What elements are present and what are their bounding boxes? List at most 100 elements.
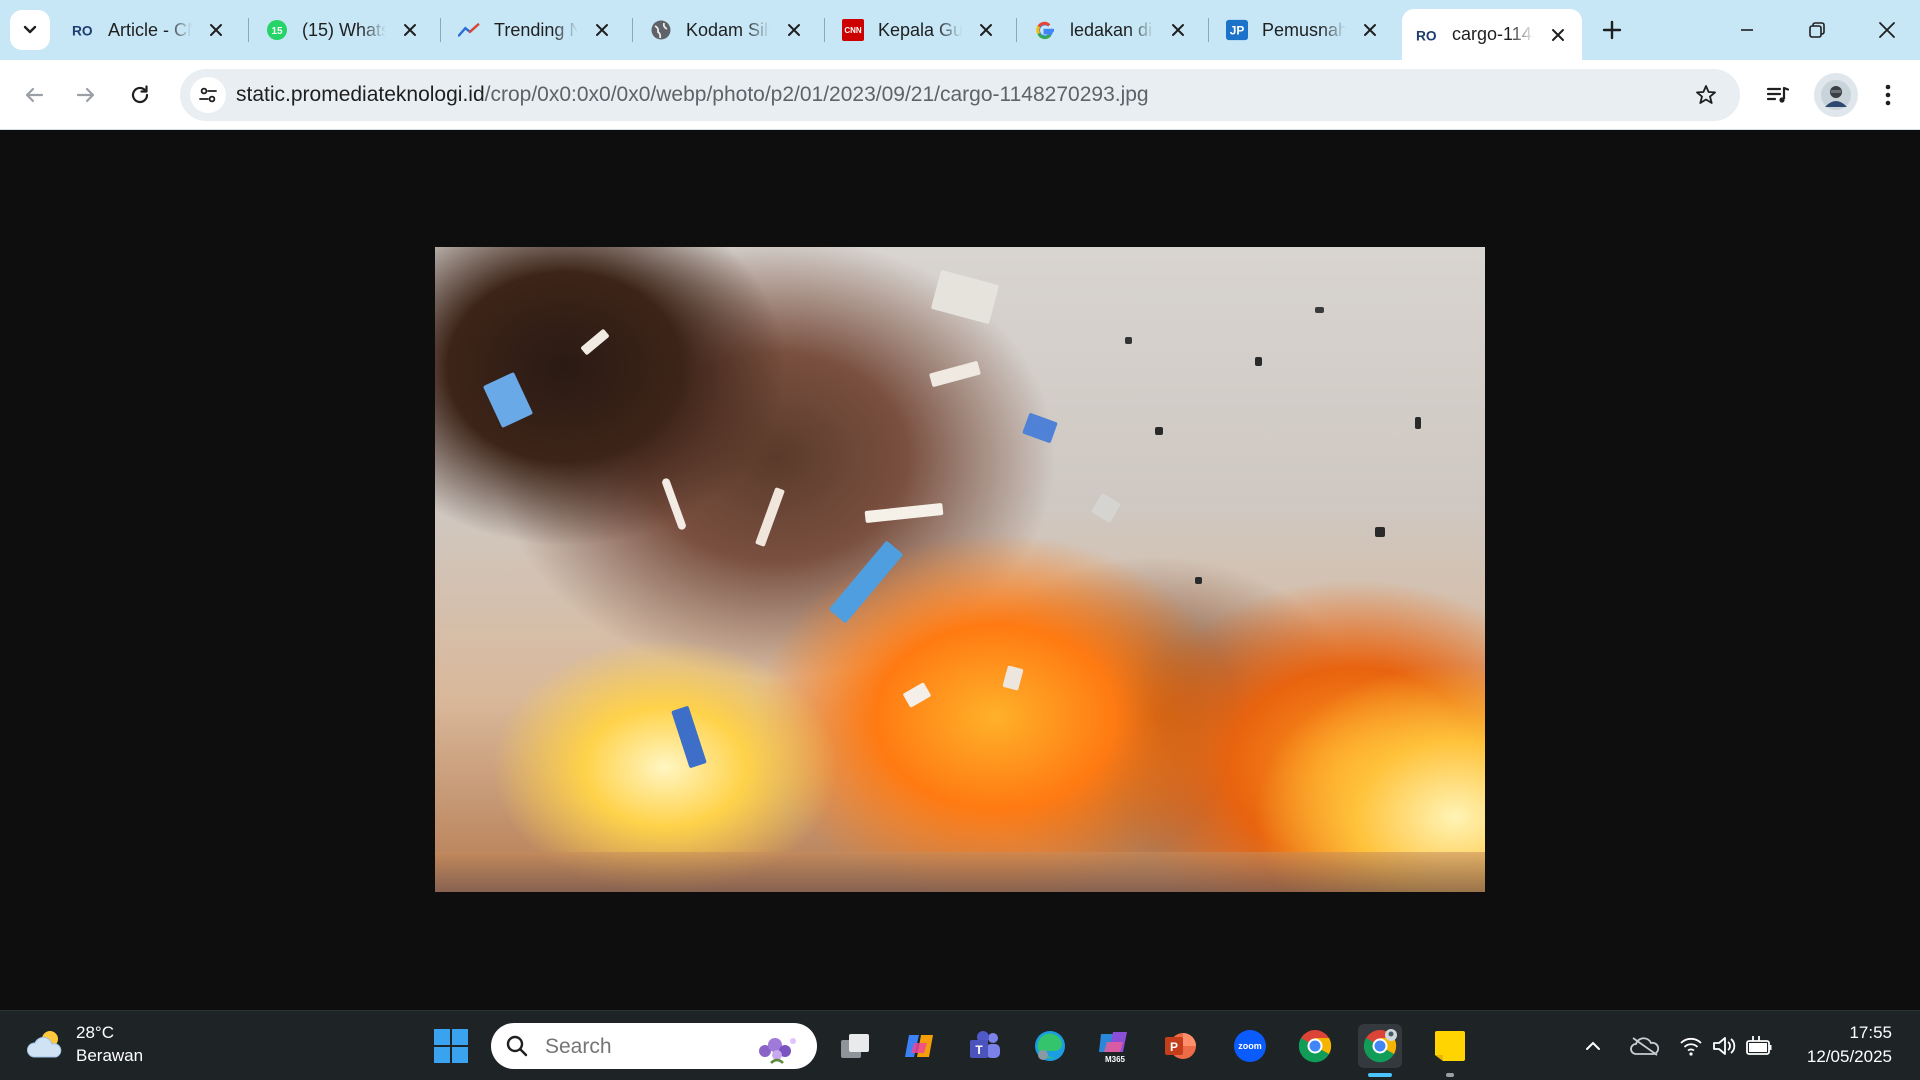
zoom-button[interactable]: zoom [1228, 1024, 1272, 1068]
new-tab-button[interactable] [1592, 14, 1632, 46]
tab-cargo-image[interactable]: RO cargo-1148270293.jpg [1402, 9, 1582, 60]
debris-fragment [671, 705, 707, 769]
copilot-button[interactable] [898, 1024, 942, 1068]
back-button[interactable] [12, 73, 56, 117]
active-app-indicator [1368, 1073, 1392, 1077]
tab-title: Trending Now [494, 19, 578, 40]
close-window-button[interactable] [1852, 0, 1920, 60]
queue-music-icon [1766, 86, 1790, 103]
debris-fragment [1195, 577, 1202, 584]
address-bar[interactable]: static.promediateknologi.id/crop/0x0:0x0… [180, 69, 1740, 121]
show-hidden-icons-button[interactable] [1576, 1029, 1610, 1063]
volume-tray[interactable] [1708, 1029, 1742, 1063]
debris-fragment [482, 371, 534, 429]
ground-reflection [435, 852, 1485, 892]
close-icon[interactable] [398, 18, 422, 42]
close-icon [1879, 22, 1895, 38]
task-view-icon [841, 1034, 869, 1058]
globe-icon [650, 19, 672, 41]
svg-text:zoom: zoom [1238, 1041, 1262, 1051]
search-icon [506, 1035, 528, 1057]
close-icon[interactable] [590, 18, 614, 42]
task-view-button[interactable] [833, 1024, 877, 1068]
chrome-button[interactable] [1293, 1024, 1337, 1068]
powerpoint-button[interactable]: P [1158, 1024, 1202, 1068]
restore-icon [1809, 22, 1825, 38]
edge-button[interactable] [1028, 1024, 1072, 1068]
site-info-button[interactable] [190, 77, 226, 113]
tab-trending[interactable]: Trending Now [444, 9, 626, 51]
forward-button[interactable] [64, 73, 108, 117]
powerpoint-icon: P [1165, 1033, 1196, 1059]
tab-title: Kepala Gudang [878, 19, 962, 40]
close-icon[interactable] [782, 18, 806, 42]
tab-whatsapp[interactable]: 15 (15) WhatsApp [252, 9, 434, 51]
debris-fragment [1125, 337, 1132, 344]
chrome-active-icon [1363, 1029, 1397, 1063]
restore-button[interactable] [1782, 0, 1852, 60]
svg-text:M365: M365 [1105, 1055, 1126, 1064]
tab-pemusnahan[interactable]: JP Pemusnahan [1212, 9, 1394, 51]
m365-button[interactable]: M365 [1093, 1024, 1137, 1068]
copilot-icon [905, 1035, 933, 1057]
tab-title: Article - CNN [108, 19, 192, 40]
teams-button[interactable]: T [963, 1024, 1007, 1068]
debris-fragment [1002, 665, 1024, 691]
debris-fragment [930, 269, 1000, 325]
taskbar-search-input[interactable] [545, 1035, 735, 1059]
svg-text:CNN: CNN [844, 26, 862, 35]
teams-icon: T [970, 1031, 1000, 1058]
close-icon[interactable] [974, 18, 998, 42]
debris-fragment [1090, 492, 1122, 524]
tab-article[interactable]: RO Article - CNN [58, 9, 240, 51]
ro-logo-icon: RO [1416, 24, 1438, 46]
tab-kepala-gudang[interactable]: CNN Kepala Gudang [828, 9, 1010, 51]
image-viewer [0, 130, 1920, 1010]
debris-fragment [902, 682, 932, 708]
reload-button[interactable] [118, 73, 162, 117]
kebab-menu-icon [1885, 84, 1891, 106]
tab-search-button[interactable] [10, 10, 50, 50]
close-icon[interactable] [1358, 18, 1382, 42]
start-button[interactable] [429, 1024, 473, 1068]
weather-temperature: 28°C [76, 1023, 114, 1042]
windows-logo-icon [434, 1029, 468, 1063]
debris-fragment [1375, 527, 1385, 537]
arrow-left-icon [25, 87, 44, 103]
running-app-indicator [1446, 1073, 1454, 1077]
debris-fragment [580, 328, 610, 356]
debris-fragment [1155, 427, 1163, 435]
system-clock[interactable]: 17:55 12/05/2025 [1807, 1021, 1892, 1069]
svg-text:JP: JP [1230, 24, 1245, 38]
url-text[interactable]: static.promediateknologi.id/crop/0x0:0x0… [236, 83, 1149, 107]
tab-google-ledakan[interactable]: ledakan di gudang [1020, 9, 1202, 51]
trending-icon [458, 19, 480, 41]
onedrive-tray[interactable] [1624, 1029, 1666, 1063]
wifi-icon [1680, 1037, 1702, 1056]
ro-logo-icon: RO [72, 19, 94, 41]
chrome-active-button[interactable] [1358, 1024, 1402, 1068]
wifi-tray[interactable] [1674, 1029, 1708, 1063]
sticky-notes-button[interactable] [1428, 1024, 1472, 1068]
debris-fragment [828, 540, 904, 624]
debris-fragment [1022, 412, 1058, 444]
chrome-icon [1298, 1030, 1332, 1063]
close-icon[interactable] [1546, 23, 1570, 47]
battery-tray[interactable] [1742, 1029, 1776, 1063]
taskbar-search[interactable] [491, 1023, 817, 1069]
close-icon[interactable] [1166, 18, 1190, 42]
tab-kodam[interactable]: Kodam Siliwangi [636, 9, 818, 51]
close-icon[interactable] [204, 18, 228, 42]
edge-icon [1035, 1031, 1065, 1061]
cloudy-weather-icon [27, 1031, 62, 1058]
tab-title: cargo-1148270293.jpg [1452, 24, 1535, 44]
svg-text:RO: RO [1416, 28, 1437, 43]
explosion-photo[interactable] [435, 247, 1485, 892]
url-host: static.promediateknologi.id [236, 83, 485, 106]
bookmark-button[interactable] [1692, 81, 1720, 109]
chrome-menu-button[interactable] [1868, 75, 1908, 115]
minimize-button[interactable] [1712, 0, 1782, 60]
media-control-button[interactable] [1758, 75, 1798, 115]
weather-widget[interactable]: 28°C Berawan [26, 1021, 143, 1067]
profile-avatar[interactable] [1814, 73, 1858, 117]
